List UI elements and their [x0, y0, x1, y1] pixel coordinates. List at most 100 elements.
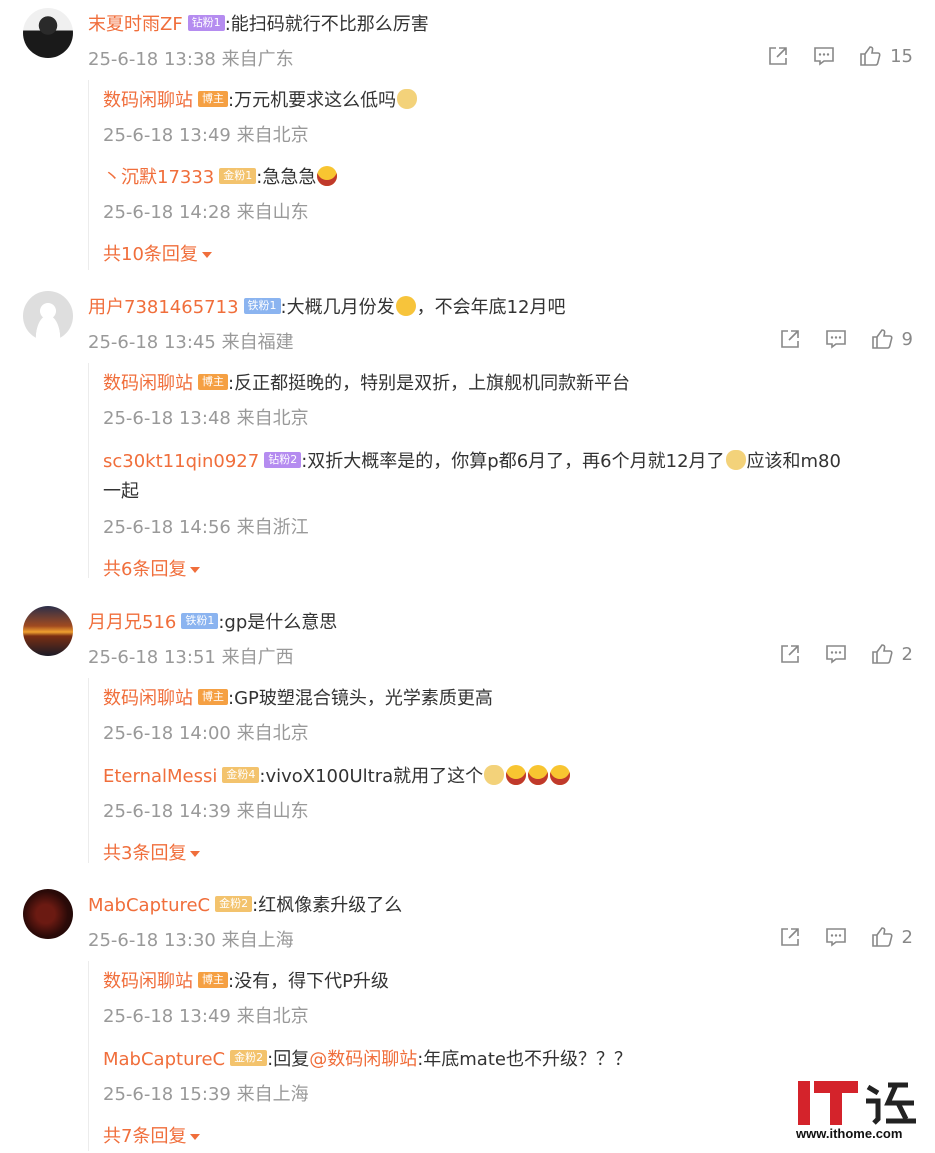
- avatar[interactable]: [23, 606, 73, 656]
- username-text[interactable]: 月月兄516: [88, 612, 176, 633]
- reply: sc30kt11qin0927 钻粉2:双折大概率是的，你算p都6月了，再6个月就…: [103, 447, 841, 473]
- comment-text: :能扫码就行不比那么厉害: [224, 14, 429, 35]
- reply-username[interactable]: sc30kt11qin0927: [103, 451, 259, 472]
- comment-username[interactable]: 用户7381465713 铁粉1:大概几月份发 ，不会年底12月吧: [88, 293, 566, 319]
- reply-prefix: :回复: [267, 1049, 310, 1070]
- reply-text: :万元机要求这么低吗: [228, 90, 397, 111]
- comment-2: 用户7381465713 铁粉1:大概几月份发 ，不会年底12月吧 25-6-18 …: [0, 283, 935, 593]
- reply: MabCaptureC 金粉2:回复@数码闲聊站:年底mate也不升级？？？: [103, 1045, 632, 1071]
- reply-username[interactable]: 数码闲聊站: [103, 971, 193, 992]
- comment-actions: 9: [778, 327, 913, 351]
- fan-badge: 钻粉2: [264, 452, 302, 468]
- comment-username[interactable]: 月月兄516 铁粉1:gp是什么意思: [88, 608, 337, 634]
- like-count: 9: [901, 328, 913, 350]
- caret-down-icon: [201, 252, 212, 258]
- reply-text: :vivoX100Ultra就用了这个: [259, 766, 484, 787]
- comment-meta: 25-6-18 13:45 来自福建: [88, 332, 294, 353]
- reply-username[interactable]: MabCaptureC: [103, 1049, 225, 1070]
- more-replies-text[interactable]: 共6条回复: [103, 559, 186, 580]
- fan-badge: 金粉4: [222, 767, 260, 783]
- like-button[interactable]: 15: [858, 44, 913, 68]
- more-replies-text[interactable]: 共7条回复: [103, 1126, 186, 1147]
- caret-down-icon: [190, 851, 201, 857]
- reply-area: 数码闲聊站 博主:GP玻塑混合镜头，光学素质更高 25-6-18 14:00 来自…: [88, 678, 919, 865]
- reply-text: :GP玻塑混合镜头，光学素质更高: [228, 688, 493, 709]
- like-button[interactable]: 9: [870, 327, 913, 351]
- avatar[interactable]: [23, 8, 73, 58]
- share-icon[interactable]: [766, 44, 790, 68]
- reply-area: 数码闲聊站 博主:没有，得下代P升级 25-6-18 13:49 来自北京 Mab…: [88, 961, 919, 1151]
- reply-username[interactable]: 数码闲聊站: [103, 373, 193, 394]
- comment-icon[interactable]: [824, 642, 848, 666]
- thumbs-up-icon: [871, 644, 893, 664]
- reply-text: :急急急: [256, 167, 317, 188]
- avatar[interactable]: [23, 889, 73, 939]
- blogger-badge: 博主: [198, 91, 228, 107]
- reply-meta: 25-6-18 14:28 来自山东: [103, 202, 309, 223]
- reply-meta: 25-6-18 14:00 来自北京: [103, 723, 309, 744]
- laugh-emoji-icon: [550, 765, 571, 785]
- mention-link[interactable]: @数码闲聊站: [309, 1049, 417, 1070]
- username-text[interactable]: MabCaptureC: [88, 895, 210, 916]
- reply-username[interactable]: EternalMessi: [103, 766, 217, 787]
- share-icon[interactable]: [778, 327, 802, 351]
- comment-icon[interactable]: [824, 925, 848, 949]
- watermark-url: www.ithome.com: [796, 1126, 903, 1141]
- more-replies-link[interactable]: 共6条回复: [103, 555, 201, 581]
- reply-text: :双折大概率是的，你算p都6月了，再6个月就12月了: [301, 451, 725, 472]
- reply-username[interactable]: 数码闲聊站: [103, 688, 193, 709]
- reply-area: 数码闲聊站 博主:万元机要求这么低吗 25-6-18 13:49 来自北京 丶沉默…: [88, 80, 919, 270]
- share-icon[interactable]: [778, 925, 802, 949]
- thumbs-up-icon: [871, 329, 893, 349]
- reply: 数码闲聊站 博主:没有，得下代P升级: [103, 967, 389, 993]
- thumbs-up-icon: [860, 46, 881, 66]
- like-button[interactable]: 2: [870, 642, 913, 666]
- comment-text-cont: ，不会年底12月吧: [416, 297, 566, 318]
- more-replies-link[interactable]: 共10条回复: [103, 240, 212, 266]
- reply: 丶沉默17333 金粉1:急急急: [103, 163, 338, 189]
- comment-icon[interactable]: [812, 44, 836, 68]
- laugh-emoji-icon: [506, 765, 527, 785]
- username-text[interactable]: 用户7381465713: [88, 297, 239, 318]
- reply-area: 数码闲聊站 博主:反正都挺晚的，特别是双折，上旗舰机同款新平台 25-6-18 1…: [88, 363, 919, 581]
- like-button[interactable]: 2: [870, 925, 913, 949]
- dog-emoji-icon: [397, 89, 418, 109]
- fan-badge: 铁粉1: [181, 613, 219, 629]
- reply-text: :反正都挺晚的，特别是双折，上旗舰机同款新平台: [228, 373, 631, 394]
- like-count: 2: [901, 926, 913, 948]
- like-count: 15: [890, 45, 913, 67]
- like-count: 2: [901, 643, 913, 665]
- comment-actions: 15: [766, 44, 913, 68]
- thumbs-up-icon: [871, 927, 893, 947]
- share-icon[interactable]: [778, 642, 802, 666]
- blogger-badge: 博主: [198, 972, 228, 988]
- comment-username[interactable]: 末夏时雨ZF 钻粉1:能扫码就行不比那么厉害: [88, 10, 429, 36]
- fan-badge: 金粉2: [230, 1050, 268, 1066]
- reply: EternalMessi 金粉4:vivoX100Ultra就用了这个: [103, 762, 571, 788]
- laugh-emoji-icon: [528, 765, 549, 785]
- comment-username[interactable]: MabCaptureC 金粉2:红枫像素升级了么: [88, 891, 402, 917]
- reply-meta: 25-6-18 13:49 来自北京: [103, 1006, 309, 1027]
- dog-emoji-icon: [725, 450, 746, 470]
- comment-actions: 2: [778, 925, 913, 949]
- caret-down-icon: [190, 567, 201, 573]
- username-text[interactable]: 末夏时雨ZF: [88, 14, 183, 35]
- fan-badge: 铁粉1: [243, 298, 281, 314]
- reply-text-wrap: 一起: [103, 481, 139, 502]
- reply-meta: 25-6-18 13:48 来自北京: [103, 408, 309, 429]
- comment-actions: 2: [778, 642, 913, 666]
- comment-meta: 25-6-18 13:51 来自广西: [88, 647, 294, 668]
- reply-username[interactable]: 数码闲聊站: [103, 90, 193, 111]
- more-replies-link[interactable]: 共3条回复: [103, 839, 201, 865]
- more-replies-text[interactable]: 共3条回复: [103, 843, 186, 864]
- avatar[interactable]: [23, 291, 73, 341]
- caret-down-icon: [190, 1134, 201, 1140]
- reply-username[interactable]: 丶沉默17333: [103, 167, 214, 188]
- reply-text: :年底mate也不升级？？？: [417, 1049, 632, 1070]
- reply-text-cont: 应该和m80: [746, 451, 841, 472]
- more-replies-text[interactable]: 共10条回复: [103, 244, 198, 265]
- blogger-badge: 博主: [198, 374, 228, 390]
- comment-text: :大概几月份发: [280, 297, 395, 318]
- more-replies-link[interactable]: 共7条回复: [103, 1122, 201, 1148]
- comment-icon[interactable]: [824, 327, 848, 351]
